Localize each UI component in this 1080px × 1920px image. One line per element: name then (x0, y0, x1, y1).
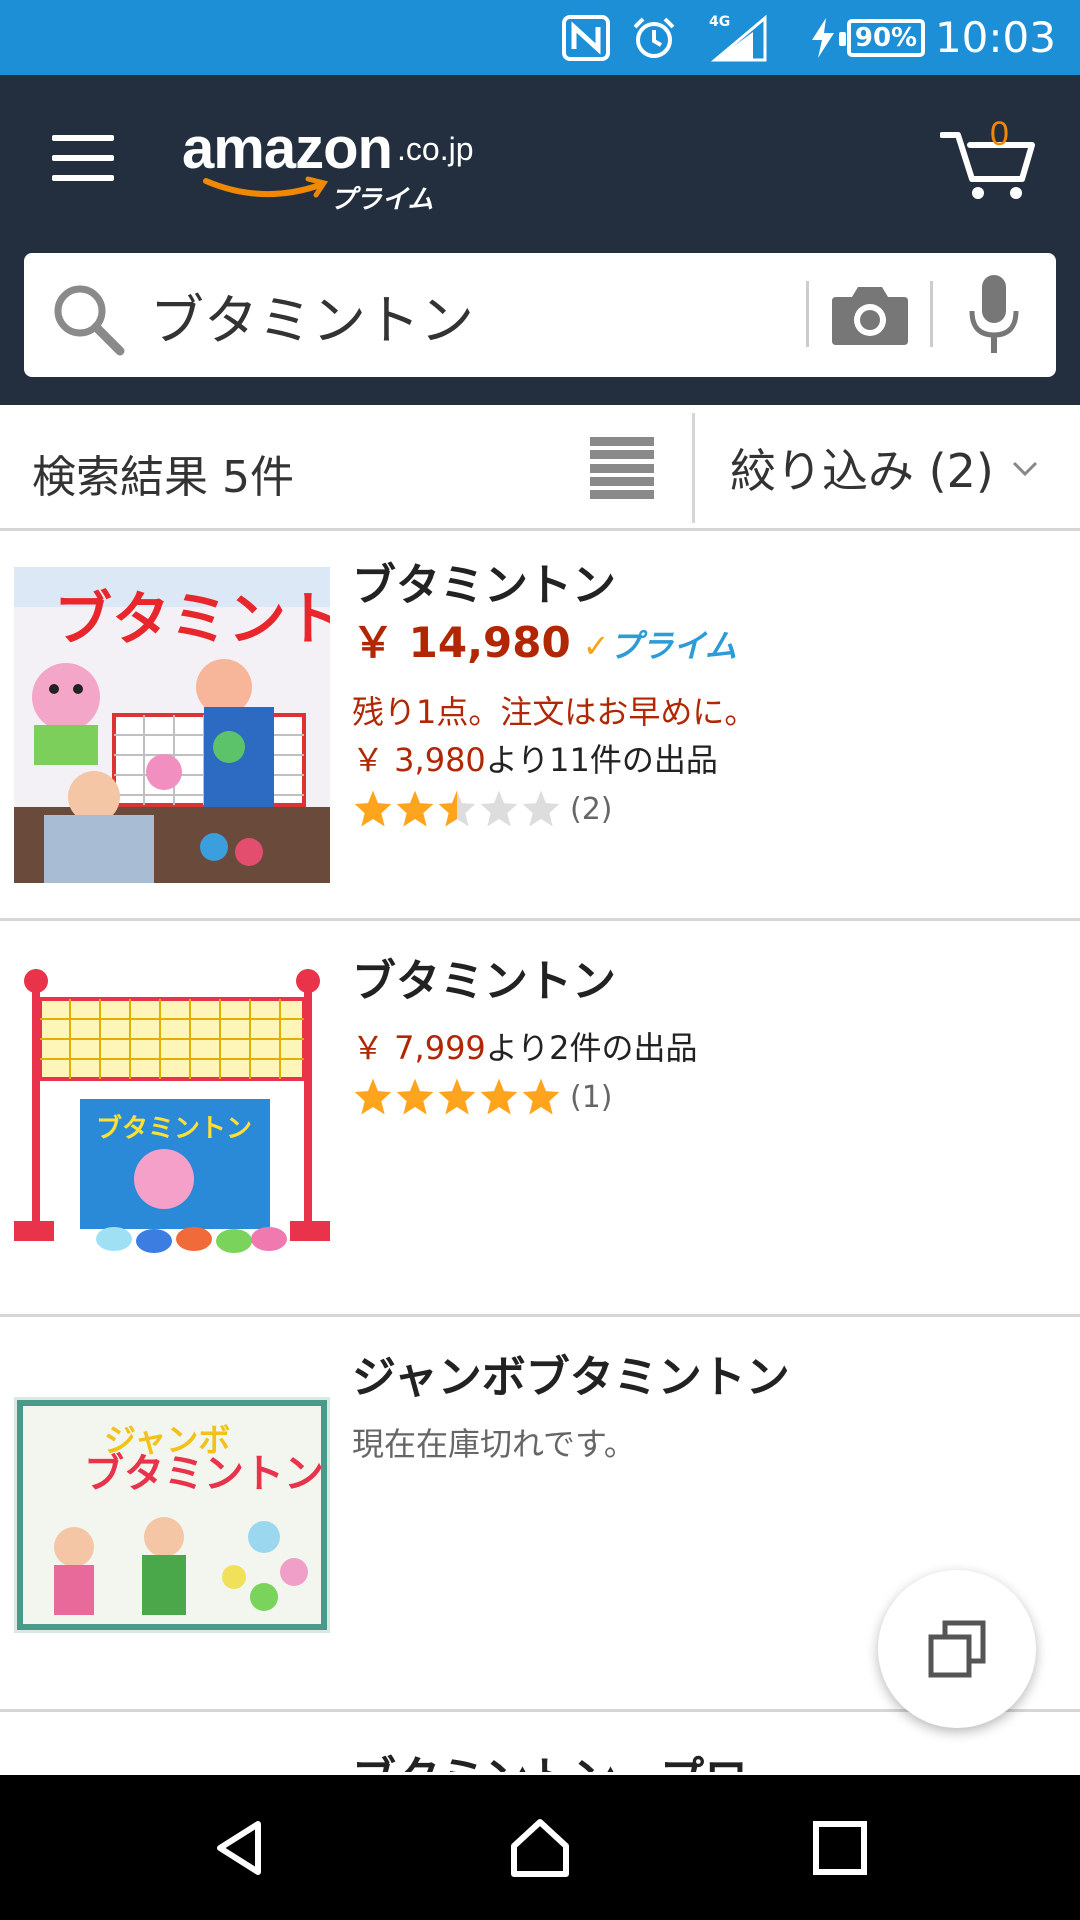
battery-level: 90% (839, 19, 925, 57)
home-button[interactable] (500, 1813, 580, 1883)
toolbar-divider (692, 413, 695, 523)
star-full-icon (522, 1078, 560, 1115)
rating-count: (2) (570, 791, 613, 827)
battery-icon: 90% (839, 14, 926, 62)
star-rating (352, 789, 562, 829)
camera-icon[interactable] (830, 283, 910, 347)
offer-price: ￥ 3,980 (352, 741, 486, 779)
menu-button[interactable] (52, 135, 114, 181)
product-title[interactable]: ブタミントン (352, 549, 616, 613)
menu-icon-bar (52, 135, 114, 141)
product-item[interactable]: ブタミントン ブタミントン ￥ 7,999より2件の出品 (1) (0, 921, 1080, 1317)
chevron-down-icon (1012, 461, 1037, 477)
back-triangle-icon (217, 1821, 261, 1875)
product-title[interactable]: ジャンボブタミントン (352, 1341, 790, 1405)
app-header: amazon .co.jp プライム 0 (0, 75, 1080, 405)
star-full-icon (354, 790, 392, 827)
product-item[interactable]: ブタミントン プロ (0, 1712, 1080, 1772)
list-view-icon[interactable] (590, 437, 654, 499)
availability-note: 現在在庫切れです。 (352, 1425, 636, 1463)
cart-icon (940, 132, 1035, 199)
prime-check-icon: ✓ (582, 627, 610, 665)
clock: 10:03 (934, 13, 1056, 62)
cart-button[interactable]: 0 (940, 115, 1040, 205)
result-count: 検索結果 5件 (32, 452, 294, 503)
back-button[interactable] (200, 1813, 280, 1883)
price-value: ￥ 14,980 (352, 618, 571, 667)
rating-count: (1) (570, 1079, 613, 1115)
offer-line[interactable]: ￥ 3,980より11件の出品 (352, 735, 718, 781)
menu-icon-bar (52, 155, 114, 161)
product-price: ￥ 14,980 ✓プライム (352, 609, 737, 670)
rating[interactable]: (2) (352, 789, 613, 829)
results-toolbar: 検索結果 5件 絞り込み (2) (0, 405, 1080, 531)
star-full-icon (396, 790, 434, 827)
prime-label: プライム (609, 627, 737, 665)
star-empty-icon (522, 790, 560, 827)
offer-text: より11件の出品 (485, 741, 718, 779)
star-rating (352, 1077, 562, 1117)
star-full-icon (354, 1078, 392, 1115)
refine-button[interactable]: 絞り込み (2) (730, 435, 1038, 501)
smile-arrow-icon (203, 176, 329, 198)
search-divider (806, 281, 809, 347)
amazon-logo[interactable]: amazon .co.jp プライム (182, 115, 482, 225)
offer-text: より2件の出品 (485, 1029, 698, 1067)
signal-icon: 4G (705, 14, 773, 62)
menu-icon-bar (52, 175, 114, 181)
recents-button[interactable] (800, 1813, 880, 1883)
star-full-icon (480, 1078, 518, 1115)
network-type-label: 4G (709, 14, 730, 30)
product-item[interactable]: ブタミントン ブタミントン ￥ 14,980 ✓プライム 残り1点。注文はお早めに… (0, 531, 1080, 921)
search-divider (930, 281, 933, 347)
star-empty-icon (480, 790, 518, 827)
cart-count: 0 (990, 115, 1009, 153)
search-icon[interactable] (50, 281, 126, 357)
logo-prime: プライム (330, 185, 434, 215)
rating[interactable]: (1) (352, 1077, 613, 1117)
product-title[interactable]: ブタミントン (352, 945, 616, 1009)
svg-text:ブタミントン: ブタミントン (54, 585, 330, 653)
offer-price: ￥ 7,999 (352, 1029, 486, 1067)
logo-wordmark: amazon (182, 116, 393, 181)
stacked-windows-icon (928, 1620, 986, 1678)
product-title[interactable]: ブタミントン プロ (352, 1742, 748, 1772)
star-half-icon (438, 790, 476, 827)
star-full-icon (438, 1078, 476, 1115)
svg-text:ブタミントン: ブタミントン (96, 1113, 252, 1144)
charging-icon (808, 14, 838, 62)
android-nav-bar (0, 1775, 1080, 1920)
microphone-icon[interactable] (964, 273, 1024, 357)
nfc-icon (560, 14, 612, 62)
svg-text:ブタミントン: ブタミントン (84, 1451, 324, 1497)
search-bar (24, 253, 1056, 377)
offer-line[interactable]: ￥ 7,999より2件の出品 (352, 1023, 698, 1069)
product-image[interactable]: ジャンボ ブタミントン (14, 1397, 330, 1633)
star-full-icon (396, 1078, 434, 1115)
product-image[interactable]: ブタミントン (14, 959, 330, 1259)
alarm-icon (628, 14, 680, 62)
refine-label: 絞り込み (2) (730, 444, 994, 498)
product-image[interactable]: ブタミントン (14, 567, 330, 883)
logo-domain: .co.jp (397, 131, 474, 167)
prime-badge: ✓プライム (583, 627, 737, 665)
home-icon (511, 1819, 569, 1877)
recents-square-icon (813, 1821, 867, 1875)
search-input[interactable] (150, 271, 800, 359)
status-bar: 4G 90% 10:03 (0, 0, 1080, 75)
compare-fab-button[interactable] (878, 1570, 1036, 1728)
stock-note: 残り1点。注文はお早めに。 (352, 693, 757, 731)
